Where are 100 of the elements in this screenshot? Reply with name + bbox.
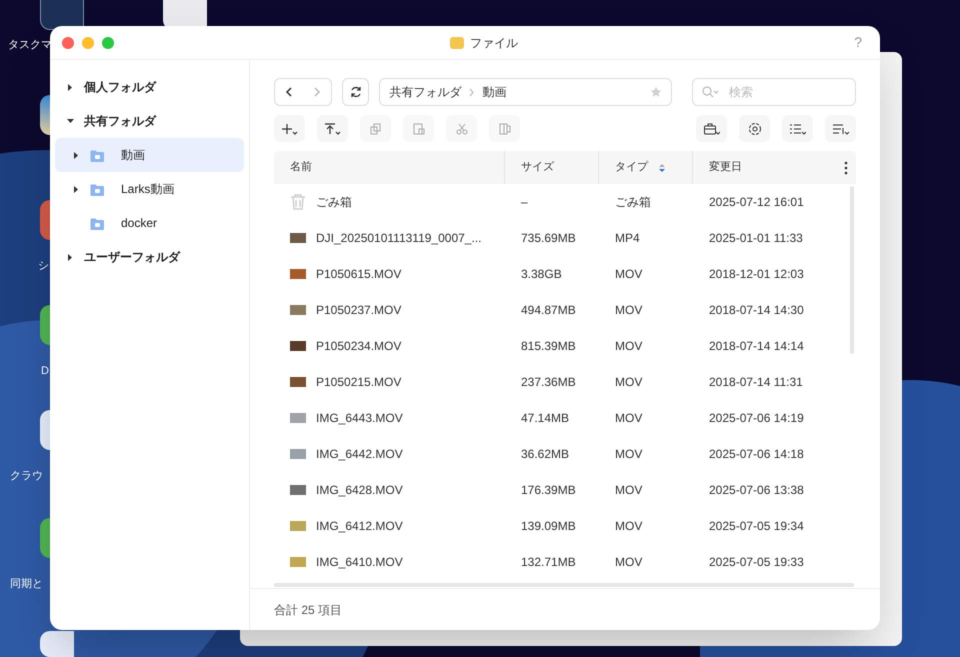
expand-icon[interactable] <box>67 84 74 90</box>
sidebar-item[interactable]: ユーザーフォルダ <box>55 240 244 274</box>
column-header[interactable]: 名前 <box>274 151 504 184</box>
search-field[interactable]: 検索 <box>692 78 856 106</box>
trash-icon <box>290 194 306 210</box>
sidebar-item[interactable]: 個人フォルダ <box>55 70 244 104</box>
app-label: シ <box>38 259 49 274</box>
file-type: MOV <box>615 339 642 353</box>
column-header[interactable]: 変更日 <box>692 151 844 184</box>
upload-button[interactable] <box>317 115 348 142</box>
breadcrumb-item[interactable]: 動画 <box>482 83 506 101</box>
back-icon <box>285 87 293 97</box>
sort-order-icon <box>658 162 666 172</box>
path-bar[interactable]: 共有フォルダ 動画 <box>379 78 672 106</box>
file-size: – <box>521 195 528 209</box>
collapse-icon[interactable] <box>67 118 74 124</box>
app-icon[interactable] <box>40 200 50 240</box>
file-name[interactable]: P1050237.MOV <box>316 301 402 319</box>
video-thumbnail <box>290 413 306 423</box>
modified-date: 2018-07-14 14:30 <box>709 303 804 317</box>
app-icon[interactable] <box>40 518 50 558</box>
column-header[interactable]: サイズ <box>504 151 598 184</box>
expand-icon[interactable] <box>67 254 74 260</box>
shared-folder-icon <box>90 182 105 196</box>
file-size: 815.39MB <box>521 339 576 353</box>
sidebar-item[interactable]: Larks動画 <box>55 172 244 206</box>
expand-icon[interactable] <box>73 186 80 192</box>
file-type: MOV <box>615 447 642 461</box>
refresh-button[interactable] <box>342 78 370 106</box>
shared-folder-icon <box>90 148 105 162</box>
file-size: 132.71MB <box>521 555 576 569</box>
photo-app-icon[interactable] <box>40 95 50 135</box>
video-thumbnail <box>290 233 306 243</box>
file-size: 36.62MB <box>521 447 570 461</box>
modified-date: 2025-01-01 11:33 <box>709 231 803 245</box>
view-button[interactable] <box>782 115 813 142</box>
upload-icon <box>324 122 340 134</box>
file-type: MOV <box>615 555 642 569</box>
file-name[interactable]: IMG_6443.MOV <box>316 409 403 427</box>
file-size: 176.39MB <box>521 483 576 497</box>
sort-button[interactable] <box>825 115 856 142</box>
sidebar-item[interactable]: docker <box>55 206 244 240</box>
file-name[interactable]: IMG_6412.MOV <box>316 517 403 535</box>
breadcrumb-item[interactable]: 共有フォルダ <box>389 83 462 101</box>
more-icon[interactable] <box>844 160 848 174</box>
file-type: MOV <box>615 519 642 533</box>
video-thumbnail <box>290 521 306 531</box>
copy-icon <box>370 122 382 134</box>
file-size: 3.38GB <box>521 267 562 281</box>
app-label: D <box>41 364 49 379</box>
file-type: MOV <box>615 411 642 425</box>
list-icon <box>790 122 806 134</box>
file-name[interactable]: P1050234.MOV <box>316 337 402 355</box>
file-type: MOV <box>615 375 642 389</box>
shared-folder-icon <box>90 216 105 230</box>
file-type: MOV <box>615 483 642 497</box>
video-thumbnail <box>290 269 306 279</box>
app-icon[interactable] <box>40 305 50 345</box>
settings-button[interactable] <box>739 115 770 142</box>
video-thumbnail <box>290 485 306 495</box>
modified-date: 2018-12-01 12:03 <box>709 267 804 281</box>
file-name[interactable]: P1050215.MOV <box>316 373 402 391</box>
modified-date: 2025-07-06 13:38 <box>709 483 804 497</box>
folder-app-icon <box>450 36 464 48</box>
file-name[interactable]: ごみ箱 <box>316 193 352 211</box>
file-name[interactable]: P1050615.MOV <box>316 265 402 283</box>
modified-date: 2025-07-06 14:18 <box>709 447 804 461</box>
video-thumbnail <box>290 305 306 315</box>
toolbox-button[interactable] <box>696 115 727 142</box>
create-button[interactable] <box>274 115 305 142</box>
forward-icon <box>313 87 321 97</box>
window-title: ファイル <box>470 34 518 52</box>
modified-date: 2018-07-14 14:14 <box>709 339 804 353</box>
file-name[interactable]: IMG_6442.MOV <box>316 445 403 463</box>
file-name[interactable]: IMG_6428.MOV <box>316 481 403 499</box>
file-size: 139.09MB <box>521 519 576 533</box>
file-name[interactable]: IMG_6410.MOV <box>316 553 403 571</box>
file-size: 237.36MB <box>521 375 576 389</box>
sidebar-item[interactable]: 共有フォルダ <box>55 104 244 138</box>
close-button[interactable] <box>62 36 74 48</box>
video-thumbnail <box>290 377 306 387</box>
app-label: クラウ <box>10 469 43 484</box>
modified-date: 2025-07-06 14:19 <box>709 411 804 425</box>
settings-icon <box>748 122 762 136</box>
expand-icon[interactable] <box>73 152 80 158</box>
file-size: 47.14MB <box>521 411 570 425</box>
sidebar-item[interactable]: 動画 <box>55 138 244 172</box>
file-type: MP4 <box>615 231 640 245</box>
modified-date: 2025-07-05 19:33 <box>709 555 804 569</box>
chevron-icon <box>469 88 474 96</box>
video-thumbnail <box>290 449 306 459</box>
search-icon <box>702 86 718 98</box>
modified-date: 2018-07-14 11:31 <box>709 375 803 389</box>
file-size: 494.87MB <box>521 303 576 317</box>
star-icon[interactable] <box>650 86 662 98</box>
file-size: 735.69MB <box>521 231 576 245</box>
scissors-icon <box>456 122 468 134</box>
file-name[interactable]: DJI_20250101113119_0007_... <box>316 229 482 247</box>
column-header[interactable]: タイプ <box>598 151 692 184</box>
file-type: ごみ箱 <box>615 195 651 209</box>
